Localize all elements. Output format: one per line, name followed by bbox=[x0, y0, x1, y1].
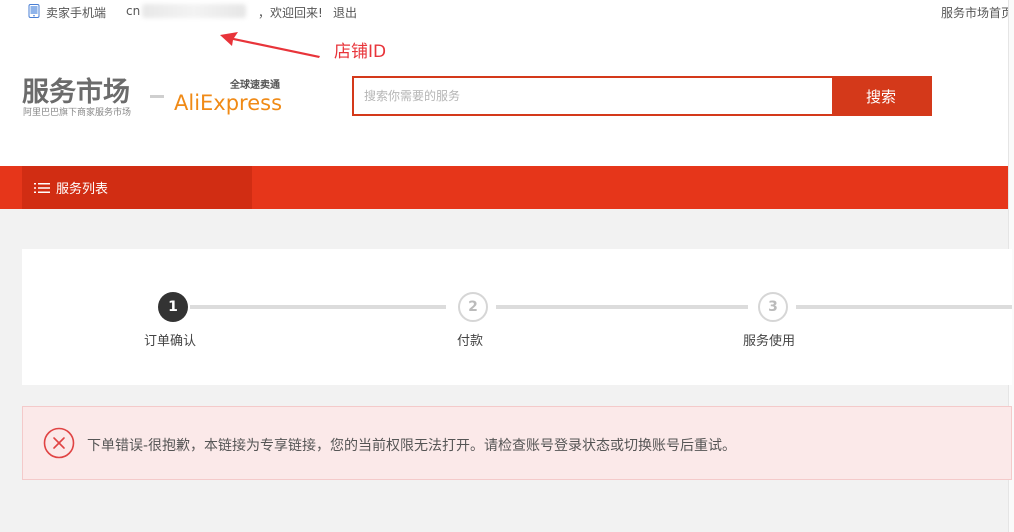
step-connector bbox=[796, 305, 1012, 309]
main-nav: 服务列表 bbox=[0, 166, 1008, 209]
error-message: 下单错误-很抱歉，本链接为专享链接，您的当前权限无法打开。请检查账号登录状态或切… bbox=[87, 438, 737, 454]
error-circle-x-icon bbox=[43, 427, 75, 459]
annotation-arrow bbox=[220, 32, 320, 58]
service-market-logo[interactable]: 服务市场 阿里巴巴旗下商家服务市场 bbox=[22, 74, 142, 118]
service-list-menu[interactable]: 服务列表 bbox=[22, 166, 252, 209]
logout-link[interactable]: 退出 bbox=[333, 4, 357, 21]
logo-ae-brand: AliExpress bbox=[174, 91, 282, 115]
redacted-store-id bbox=[142, 4, 246, 18]
welcome-text: ，欢迎回来! bbox=[258, 6, 323, 20]
logo-separator bbox=[150, 95, 164, 98]
step-3-label: 服务使用 bbox=[743, 334, 796, 349]
top-bar: 卖家手机端 cn ，欢迎回来! 退出 服务市场首页 bbox=[0, 0, 1014, 24]
step-2-circle: 2 bbox=[458, 292, 488, 322]
annotation-label: 店铺ID bbox=[334, 42, 387, 62]
step-2-label: 付款 bbox=[457, 334, 484, 349]
search-input[interactable] bbox=[354, 78, 832, 114]
step-3-circle: 3 bbox=[758, 292, 788, 322]
search-button[interactable]: 搜索 bbox=[832, 78, 930, 114]
step-1-circle: 1 bbox=[158, 292, 188, 322]
seller-mobile-link[interactable]: 卖家手机端 bbox=[46, 4, 106, 21]
logo-ae-slogan: 全球速卖通 bbox=[229, 78, 280, 91]
step-connector bbox=[190, 305, 446, 309]
step-connector bbox=[496, 305, 748, 309]
username: cn bbox=[126, 4, 141, 18]
error-alert: 下单错误-很抱歉，本链接为专享链接，您的当前权限无法打开。请检查账号登录状态或切… bbox=[22, 406, 1012, 480]
service-list-label: 服务列表 bbox=[56, 182, 109, 197]
step-1-label: 订单确认 bbox=[144, 334, 197, 349]
logo-market-title: 服务市场 bbox=[22, 76, 130, 108]
logo-market-subtitle: 阿里巴巴旗下商家服务市场 bbox=[23, 106, 131, 118]
search-bar: 搜索 bbox=[352, 76, 932, 116]
service-market-home-link[interactable]: 服务市场首页 bbox=[941, 4, 1013, 21]
list-icon bbox=[34, 182, 50, 193]
mobile-phone-icon bbox=[28, 4, 40, 18]
aliexpress-logo[interactable]: 全球速卖通 AliExpress bbox=[172, 76, 292, 118]
order-steps-card: 1 2 3 订单确认 付款 服务使用 bbox=[22, 249, 1012, 385]
